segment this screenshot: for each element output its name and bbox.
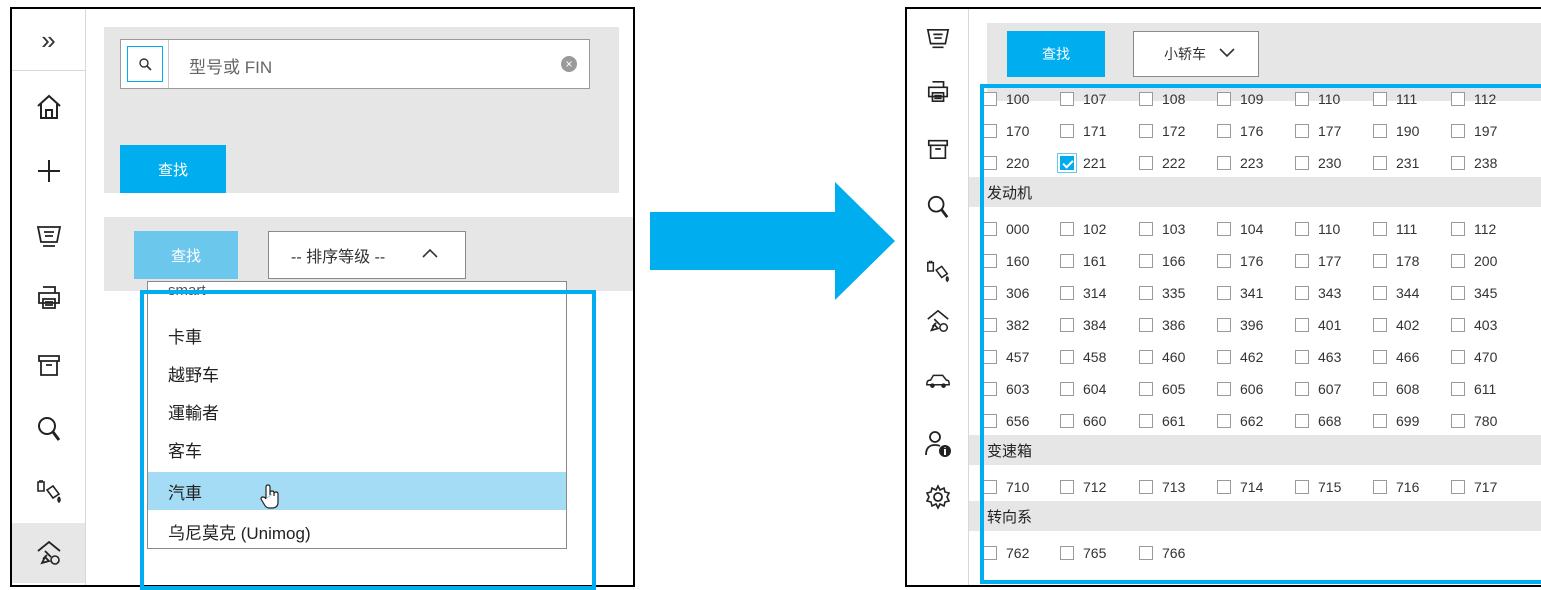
search-field[interactable]: 型号或 FIN ×	[120, 39, 590, 89]
clear-icon[interactable]: ×	[561, 56, 577, 72]
workshop-tools-icon	[926, 309, 949, 332]
settings-button[interactable]	[907, 475, 968, 519]
filter-search-button[interactable]: 查找	[134, 231, 238, 279]
search-nav-button[interactable]	[12, 403, 85, 455]
workshop-tools-icon	[36, 540, 61, 565]
chevron-down-icon	[1219, 48, 1235, 58]
home-icon	[36, 94, 61, 119]
highlight-frame	[140, 290, 596, 590]
search-field-icon-box	[121, 40, 169, 88]
search-button[interactable]: 查找	[1007, 31, 1105, 77]
print-button[interactable]	[12, 271, 85, 323]
paint-bucket-icon	[36, 480, 61, 504]
chevron-up-icon	[422, 248, 438, 258]
vehicle-type-value: 小轿车	[1164, 46, 1206, 62]
print-icon	[927, 80, 948, 102]
car-button[interactable]	[907, 359, 968, 403]
sort-level-value: -- 排序等级 --	[291, 249, 386, 266]
expand-sidebar-button[interactable]: »	[12, 11, 85, 71]
print-icon	[37, 286, 60, 309]
workshop-button[interactable]	[907, 299, 968, 343]
paint-button[interactable]	[907, 249, 968, 293]
cart-button[interactable]	[12, 211, 85, 263]
search-icon	[37, 417, 60, 441]
archive-button[interactable]	[907, 127, 968, 171]
right-sidebar	[907, 9, 969, 585]
car-icon	[925, 374, 950, 388]
highlight-frame	[980, 84, 1541, 584]
search-area: 型号或 FIN × 查找	[104, 27, 619, 193]
user-info-button[interactable]	[907, 419, 968, 469]
left-sidebar: »	[12, 9, 86, 585]
archive-icon	[37, 355, 60, 376]
paint-bucket-icon	[926, 260, 949, 283]
search-nav-button[interactable]	[907, 185, 968, 229]
archive-icon	[927, 139, 948, 160]
cart-icon	[926, 28, 949, 49]
vehicle-type-select[interactable]: 小轿车	[1133, 31, 1259, 77]
paint-button[interactable]	[12, 465, 85, 517]
search-input-placeholder[interactable]: 型号或 FIN	[189, 53, 272, 78]
right-arrow-icon	[650, 182, 895, 300]
plus-icon	[37, 160, 60, 182]
search-button[interactable]: 查找	[120, 145, 226, 193]
home-button[interactable]	[12, 81, 85, 133]
add-button[interactable]	[12, 145, 85, 197]
user-info-icon	[924, 431, 951, 457]
print-button[interactable]	[907, 69, 968, 113]
workshop-button[interactable]	[12, 523, 85, 583]
cart-button[interactable]	[907, 17, 968, 61]
magnifier-icon	[126, 46, 163, 82]
cart-icon	[36, 226, 61, 247]
sort-level-select[interactable]: -- 排序等级 --	[268, 231, 466, 279]
expand-icon: »	[41, 25, 56, 55]
archive-button[interactable]	[12, 339, 85, 391]
search-icon	[927, 195, 948, 218]
settings-icon	[925, 484, 950, 510]
